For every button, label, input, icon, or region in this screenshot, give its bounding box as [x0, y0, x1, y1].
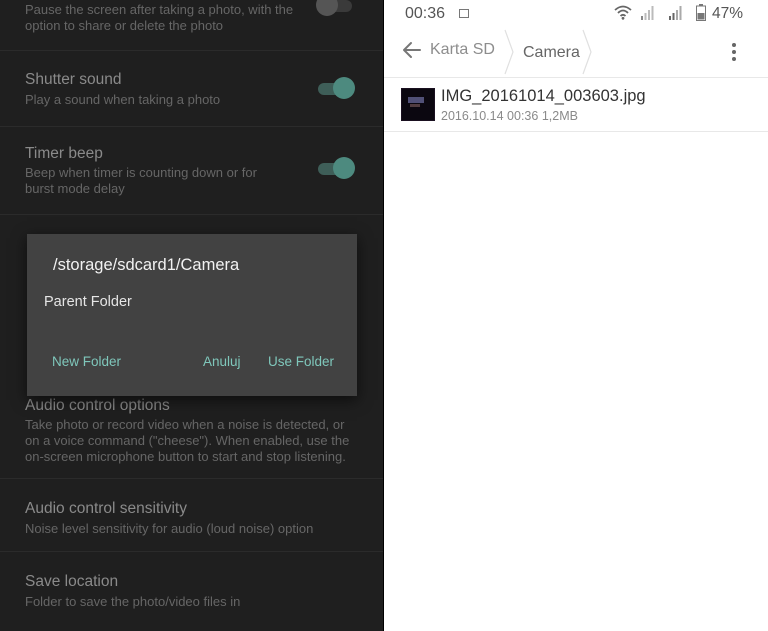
pause-after-photo-toggle[interactable] — [316, 0, 356, 18]
back-arrow-icon[interactable] — [400, 38, 424, 62]
battery-percent: 47% — [712, 5, 744, 22]
folder-chooser-dialog: /storage/sdcard1/Camera Parent Folder Ne… — [27, 234, 357, 396]
breadcrumb-separator-icon — [504, 29, 514, 75]
file-list-item[interactable]: IMG_20161014_003603.jpg 2016.10.14 00:36… — [384, 78, 768, 131]
setting-description: Take photo or record video when a noise … — [25, 417, 350, 464]
image-thumbnail — [401, 88, 435, 121]
toggle-thumb — [333, 157, 355, 179]
setting-save-location[interactable]: Save location Folder to save the photo/v… — [0, 552, 383, 631]
toggle-thumb — [316, 0, 338, 16]
file-manager-panel: 00:36 47% Karta SD Camera IMG_20161014_0… — [384, 0, 768, 631]
more-options-icon[interactable] — [724, 40, 744, 64]
parent-folder-item[interactable]: Parent Folder — [44, 294, 132, 310]
breadcrumb-camera[interactable]: Camera — [523, 44, 580, 62]
breadcrumb-separator-icon — [582, 29, 592, 75]
setting-description: Play a sound when taking a photo — [25, 92, 221, 107]
file-name: IMG_20161014_003603.jpg — [441, 87, 646, 105]
setting-timer-beep[interactable]: Timer beep Beep when timer is counting d… — [0, 127, 383, 215]
new-folder-button[interactable]: New Folder — [52, 354, 121, 369]
file-meta: 2016.10.14 00:36 1,2MB — [441, 109, 578, 123]
setting-pause-after-photo[interactable]: Pause the screen after taking a photo, w… — [0, 0, 383, 50]
shutter-sound-toggle[interactable] — [316, 77, 356, 101]
signal-2-icon — [669, 6, 682, 20]
setting-description: Beep when timer is counting down or for … — [25, 165, 257, 196]
breadcrumb: Karta SD Camera — [384, 28, 768, 76]
setting-shutter-sound[interactable]: Shutter sound Play a sound when taking a… — [0, 51, 383, 126]
divider — [384, 131, 768, 132]
camera-settings-panel: Pause the screen after taking a photo, w… — [0, 0, 383, 631]
image-notification-icon — [459, 9, 469, 18]
setting-title: Audio control options — [25, 397, 170, 414]
timer-beep-toggle[interactable] — [316, 157, 356, 181]
setting-audio-control-sensitivity[interactable]: Audio control sensitivity Noise level se… — [0, 479, 383, 551]
status-time: 00:36 — [405, 5, 446, 22]
signal-1-icon — [641, 6, 654, 20]
file-date: 2016.10.14 00:36 — [441, 109, 539, 123]
battery-icon — [696, 4, 706, 21]
divider — [0, 214, 383, 215]
dialog-title-path: /storage/sdcard1/Camera — [53, 256, 240, 274]
toggle-thumb — [333, 77, 355, 99]
setting-description: Noise level sensitivity for audio (loud … — [25, 521, 314, 536]
setting-title: Timer beep — [25, 145, 103, 162]
setting-description: Folder to save the photo/video files in — [25, 594, 241, 609]
status-bar: 00:36 47% — [384, 0, 768, 28]
setting-title: Shutter sound — [25, 71, 122, 88]
setting-title: Audio control sensitivity — [25, 500, 187, 517]
breadcrumb-karta-sd[interactable]: Karta SD — [430, 41, 495, 59]
setting-title: Save location — [25, 573, 119, 590]
wifi-icon — [614, 5, 632, 20]
cancel-button[interactable]: Anuluj — [203, 354, 241, 369]
file-size: 1,2MB — [541, 109, 578, 123]
setting-description: Pause the screen after taking a photo, w… — [25, 2, 294, 33]
use-folder-button[interactable]: Use Folder — [268, 354, 334, 369]
